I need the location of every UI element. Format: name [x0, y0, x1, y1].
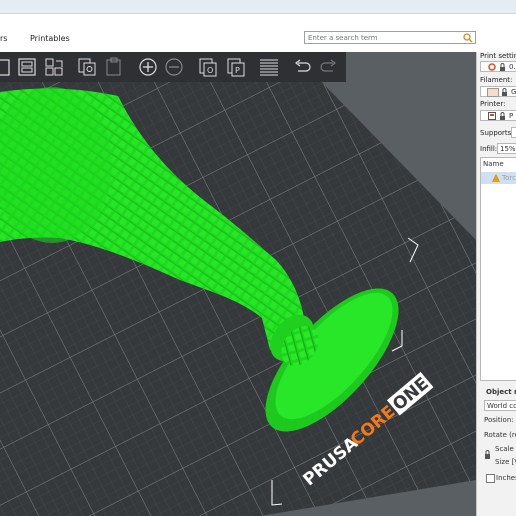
- delete-icon[interactable]: [16, 56, 38, 78]
- printer-combo[interactable]: P: [480, 110, 516, 121]
- redo-icon[interactable]: [318, 56, 340, 78]
- filament-color-swatch[interactable]: [487, 88, 499, 97]
- split-objects-icon[interactable]: O: [197, 56, 219, 78]
- lock-icon: [500, 63, 505, 71]
- title-strip: [0, 0, 516, 14]
- filament-label: Filament:: [480, 76, 513, 84]
- lock-icon[interactable]: [484, 450, 491, 459]
- object-list[interactable]: Name Torc: [480, 157, 516, 381]
- svg-text:P: P: [235, 66, 240, 75]
- object-manipulation-title: Object m: [486, 388, 516, 396]
- object-list-item-name: Torc: [502, 174, 516, 182]
- coordinates-value: World co: [487, 402, 516, 410]
- inches-label: Inches: [496, 474, 516, 482]
- position-label: Position:: [484, 416, 514, 424]
- search-box[interactable]: [304, 31, 476, 44]
- lock-icon: [500, 112, 505, 120]
- rotate-label: Rotate (rel: [484, 431, 516, 439]
- warning-icon: [492, 174, 500, 182]
- split-parts-icon[interactable]: P: [225, 56, 247, 78]
- add-instance-icon[interactable]: [137, 56, 159, 78]
- undo-icon[interactable]: [291, 56, 313, 78]
- filament-value: G: [511, 88, 516, 96]
- remove-instance-icon[interactable]: [163, 56, 185, 78]
- coordinates-combo[interactable]: World co: [484, 400, 516, 411]
- infill-combo[interactable]: 15%: [497, 143, 516, 154]
- scene-svg: PRUSA CORE ONE: [0, 60, 476, 516]
- search-input[interactable]: [308, 33, 458, 43]
- supports-label: Supports:: [480, 129, 514, 137]
- infill-label: Infill:: [480, 145, 498, 153]
- supports-combo[interactable]: [511, 127, 516, 138]
- right-sidebar: Print setting 0. Filament: G Printer: P …: [476, 52, 516, 516]
- layers-editing-icon[interactable]: [258, 56, 280, 78]
- menu-item-printers[interactable]: rs: [0, 34, 7, 43]
- object-manipulation-panel: Object m World co Position: Rotate (rel …: [480, 386, 516, 516]
- gear-icon: [488, 63, 496, 71]
- svg-text:O: O: [207, 66, 213, 75]
- arrange-icon[interactable]: [43, 56, 65, 78]
- printer-label: Printer:: [480, 100, 506, 108]
- copy-icon[interactable]: [76, 56, 98, 78]
- infill-value: 15%: [500, 145, 516, 153]
- menu-item-printables[interactable]: Printables: [30, 34, 70, 43]
- print-settings-combo[interactable]: 0.: [480, 61, 516, 72]
- printer-value: P: [509, 112, 514, 120]
- printer-icon: [488, 112, 496, 120]
- lock-icon: [502, 88, 507, 96]
- inches-checkbox[interactable]: [486, 474, 495, 483]
- size-label: Size [V: [495, 458, 516, 466]
- filament-combo[interactable]: G: [480, 86, 516, 97]
- 3d-viewport[interactable]: PRUSA CORE ONE: [0, 52, 476, 516]
- object-list-header-name: Name: [483, 160, 504, 168]
- print-settings-label: Print setting: [480, 52, 516, 60]
- paste-icon[interactable]: [103, 56, 125, 78]
- object-list-item[interactable]: Torc: [481, 172, 516, 184]
- plater-toolbar: O P: [0, 52, 346, 82]
- print-settings-value: 0.: [509, 63, 516, 71]
- add-icon[interactable]: [0, 56, 14, 78]
- scale-label: Scale f: [495, 445, 516, 453]
- search-icon[interactable]: [463, 33, 473, 43]
